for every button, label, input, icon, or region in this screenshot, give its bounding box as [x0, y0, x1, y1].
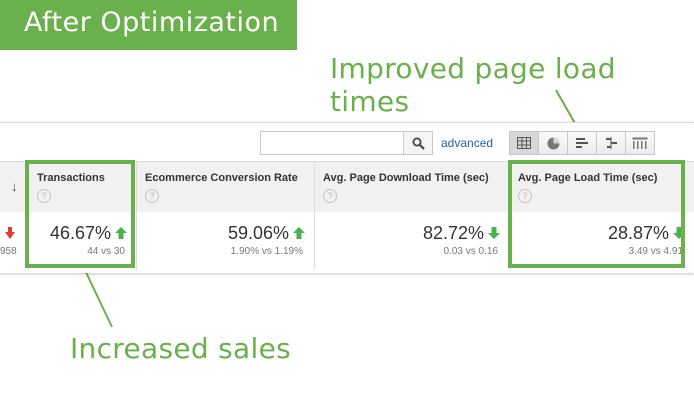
performance-view-icon	[576, 138, 588, 148]
trend-down-red-icon	[5, 227, 15, 239]
annotation-sales: Increased sales	[70, 332, 292, 365]
highlight-transactions	[25, 160, 135, 268]
help-icon[interactable]: ?	[145, 189, 159, 203]
cell-ecommerce-conversion-rate: 59.06% 1.90% vs 1.19%	[136, 212, 315, 270]
search-icon	[412, 137, 425, 150]
header-ecommerce-conversion-rate[interactable]: Ecommerce Conversion Rate ?	[136, 162, 315, 212]
sort-down-arrow-icon[interactable]: ↓	[11, 179, 18, 194]
comparison-view-button[interactable]	[596, 131, 626, 155]
search-button[interactable]	[403, 131, 433, 155]
cell-avg-page-download-time: 82.72% 0.03 vs 0.16	[314, 212, 510, 270]
header-label: Ecommerce Conversion Rate	[145, 172, 298, 184]
table-search-input[interactable]	[260, 131, 404, 155]
table-view-button[interactable]	[509, 131, 539, 155]
comparison-values: 1.90% vs 1.19%	[230, 246, 303, 257]
performance-view-button[interactable]	[567, 131, 597, 155]
highlight-page-load-time	[508, 160, 685, 268]
help-icon[interactable]: ?	[323, 189, 337, 203]
pie-view-button[interactable]	[538, 131, 568, 155]
view-switcher	[509, 131, 655, 155]
percent-change: 82.72%	[422, 223, 484, 243]
callout-line-bottom	[83, 267, 113, 328]
header-label: Avg. Page Download Time (sec)	[323, 172, 489, 184]
trend-up-icon	[293, 227, 305, 239]
table-view-icon	[517, 137, 531, 149]
pivot-view-button[interactable]	[625, 131, 655, 155]
cut-off-value: 958	[0, 246, 17, 257]
comparison-values: 0.03 vs 0.16	[443, 246, 498, 257]
header-avg-page-download-time[interactable]: Avg. Page Download Time (sec) ?	[314, 162, 510, 212]
pie-view-icon	[547, 137, 559, 149]
comparison-view-icon	[606, 137, 617, 149]
trend-down-icon	[488, 227, 500, 239]
pivot-view-icon	[632, 137, 648, 149]
advanced-filter-link[interactable]: advanced	[441, 136, 493, 150]
percent-change: 59.06%	[227, 223, 289, 243]
